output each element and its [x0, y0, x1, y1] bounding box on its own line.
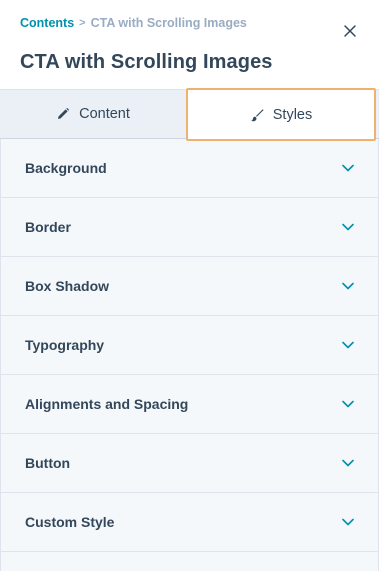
page-title: CTA with Scrolling Images — [20, 51, 273, 73]
section-button[interactable]: Button — [1, 434, 378, 493]
panel-header: Contents > CTA with Scrolling Images CTA… — [0, 0, 379, 90]
section-typography[interactable]: Typography — [1, 316, 378, 375]
close-icon[interactable] — [343, 24, 357, 38]
chevron-down-icon — [342, 223, 354, 231]
breadcrumb-separator: > — [79, 17, 86, 29]
section-box-shadow[interactable]: Box Shadow — [1, 257, 378, 316]
chevron-down-icon — [342, 400, 354, 408]
section-label: Custom Style — [25, 514, 115, 530]
section-label: Alignments and Spacing — [25, 396, 189, 412]
section-label: Button — [25, 455, 71, 471]
style-sections: Background Border Box Shadow Typography … — [0, 139, 379, 571]
section-border[interactable]: Border — [1, 198, 378, 257]
section-label: Box Shadow — [25, 278, 110, 294]
pencil-icon — [56, 107, 70, 121]
section-background[interactable]: Background — [1, 139, 378, 198]
tab-content-label: Content — [79, 106, 130, 122]
section-label: Typography — [25, 337, 105, 353]
tab-styles-label: Styles — [272, 106, 313, 123]
chevron-down-icon — [342, 459, 354, 467]
section-label: Background — [25, 160, 107, 176]
section-label: Border — [25, 219, 71, 235]
chevron-down-icon — [342, 282, 354, 290]
style-panel: Contents > CTA with Scrolling Images CTA… — [0, 0, 379, 571]
brush-icon — [250, 108, 264, 122]
chevron-down-icon — [342, 164, 354, 172]
chevron-down-icon — [342, 518, 354, 526]
breadcrumb: Contents > CTA with Scrolling Images — [20, 16, 247, 30]
tab-content[interactable]: Content — [0, 90, 186, 138]
section-custom-style[interactable]: Custom Style — [1, 493, 378, 552]
tab-bar: Content Styles — [0, 88, 379, 141]
breadcrumb-link-contents[interactable]: Contents — [20, 16, 74, 30]
section-alignments-and-spacing[interactable]: Alignments and Spacing — [1, 375, 378, 434]
chevron-down-icon — [342, 341, 354, 349]
breadcrumb-current: CTA with Scrolling Images — [90, 16, 247, 30]
tab-styles[interactable]: Styles — [186, 88, 376, 141]
